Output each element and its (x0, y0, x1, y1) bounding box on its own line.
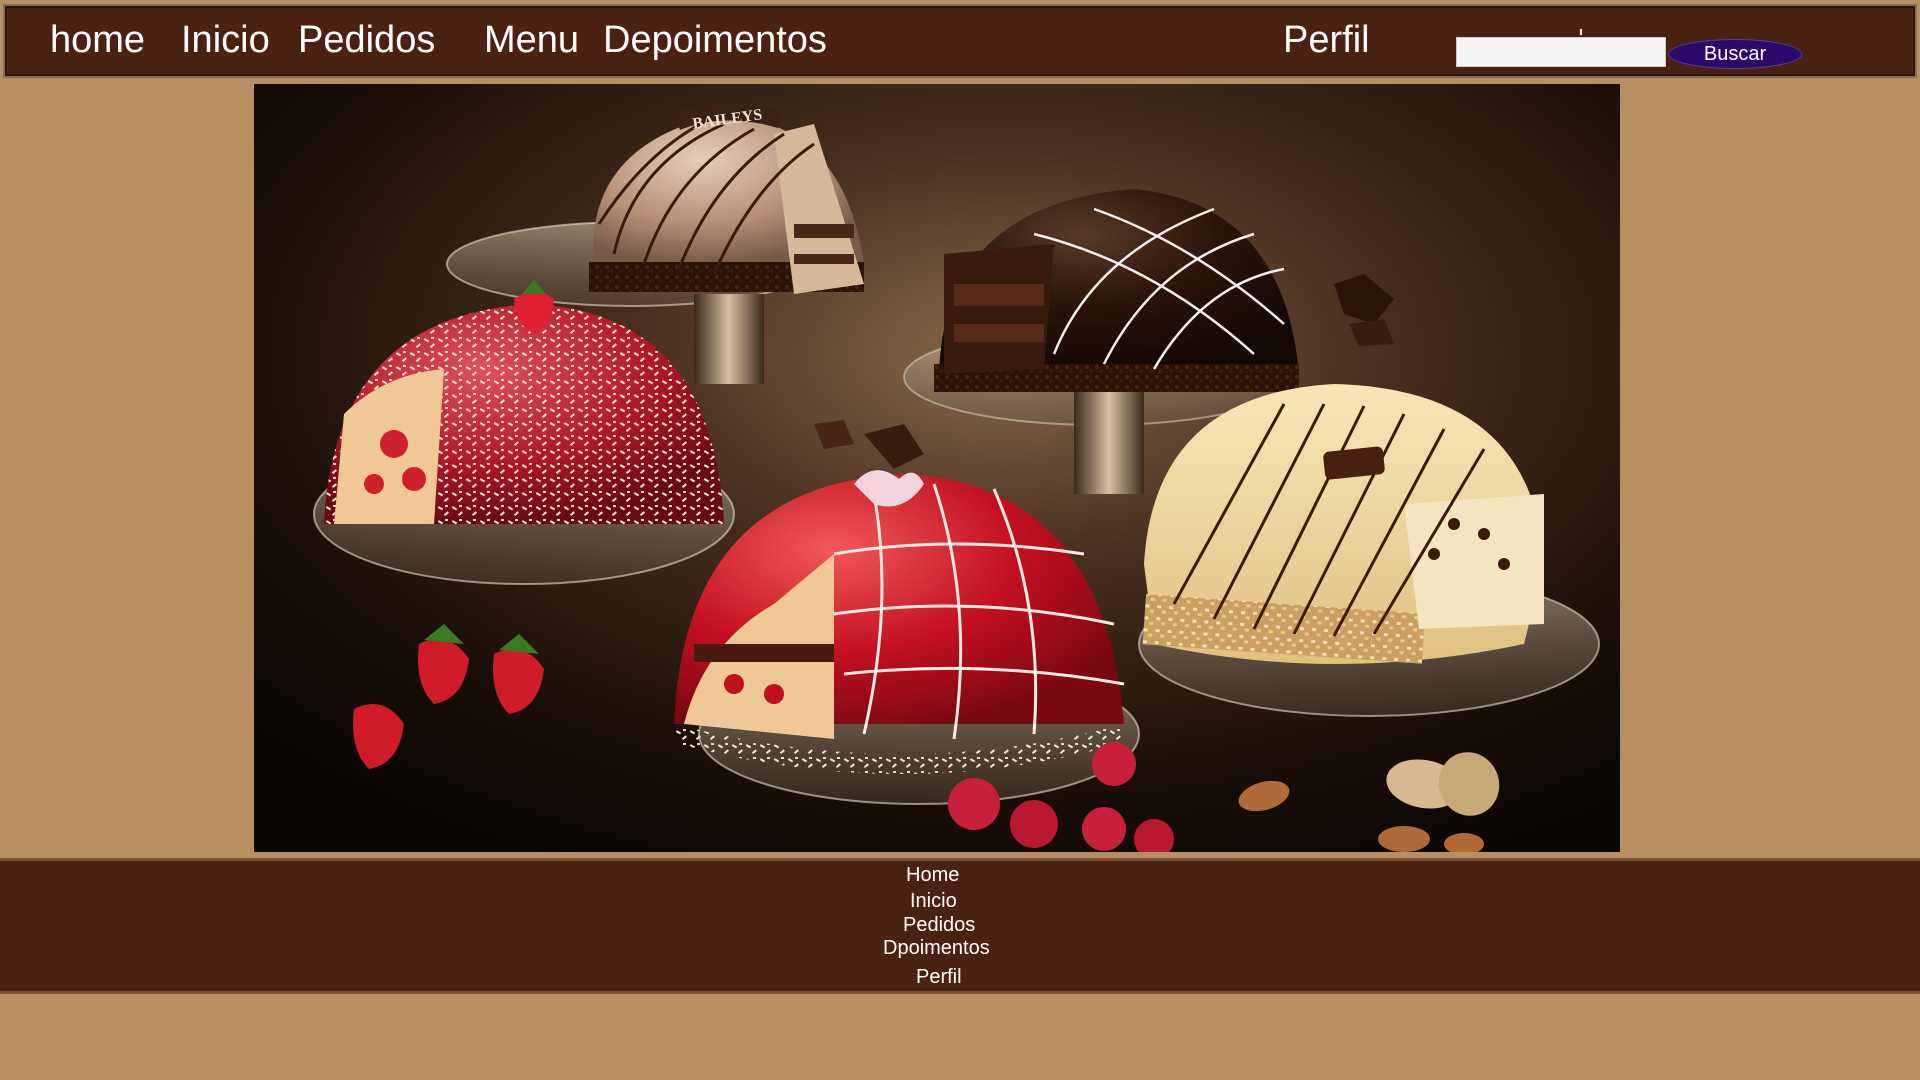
nav-link-menu[interactable]: Menu (484, 18, 579, 62)
top-nav-bar: home Inicio Pedidos Menu Depoimentos Per… (3, 4, 1917, 78)
nav-link-home[interactable]: home (50, 18, 145, 62)
footer-link-depoimentos[interactable]: Dpoimentos (883, 936, 990, 960)
footer-link-pedidos[interactable]: Pedidos (903, 913, 975, 937)
nav-link-inicio[interactable]: Inicio (181, 18, 270, 62)
nav-link-perfil[interactable]: Perfil (1283, 18, 1370, 62)
footer-link-perfil[interactable]: Perfil (916, 965, 962, 989)
cakes-photo: BAILEYS (254, 84, 1620, 852)
nav-link-depoimentos[interactable]: Depoimentos (603, 18, 827, 62)
nav-link-pedidos[interactable]: Pedidos (298, 18, 435, 62)
footer-link-home[interactable]: Home (906, 863, 959, 887)
footer-link-inicio[interactable]: Inicio (910, 889, 957, 913)
search-button[interactable]: Buscar (1668, 39, 1802, 69)
footer-bar: Home Inicio Pedidos Dpoimentos Perfil (0, 858, 1920, 994)
hero-image: BAILEYS (254, 84, 1620, 852)
search-input[interactable] (1456, 37, 1666, 67)
decorative-tick (1580, 29, 1582, 35)
